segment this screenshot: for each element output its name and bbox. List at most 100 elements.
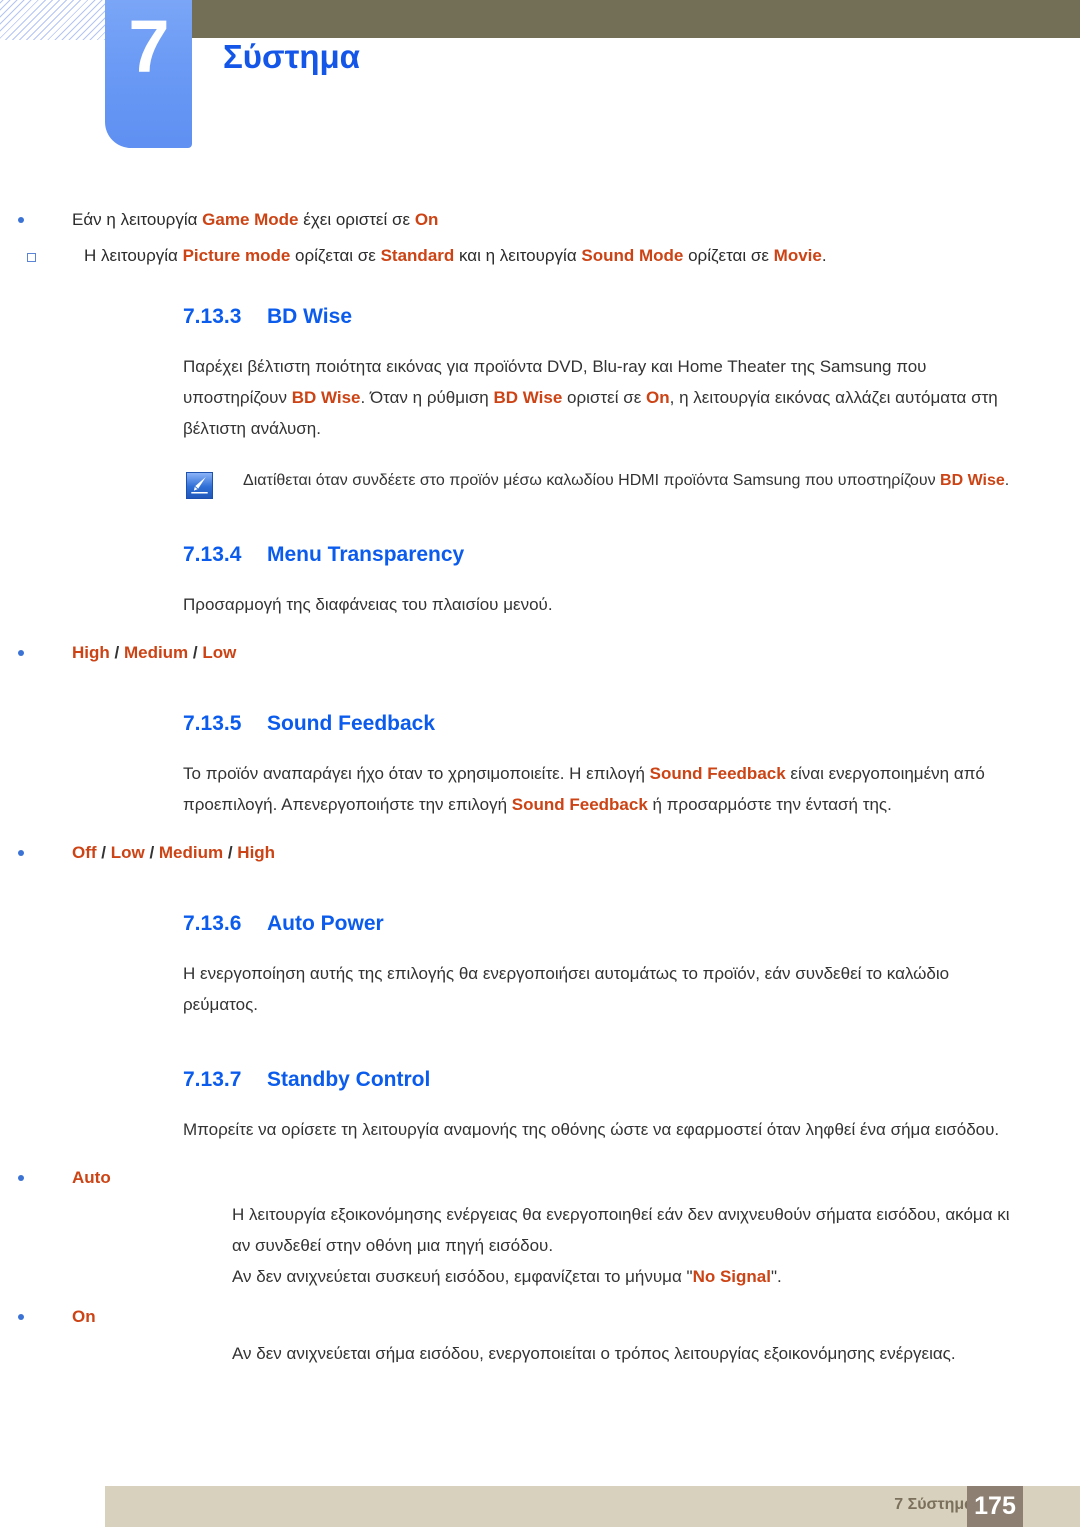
option-medium: Medium	[123, 643, 189, 662]
term-standard: Standard	[380, 246, 455, 265]
term-picture-mode: Picture mode	[182, 246, 291, 265]
sound-feedback-options: Off / Low / Medium / High	[72, 838, 1080, 868]
section-heading-menu-transparency: 7.13.4 Menu Transparency	[183, 543, 1010, 567]
text-fragment: ".	[770, 1267, 782, 1286]
section-title: Auto Power	[267, 912, 384, 935]
chapter-number-tab: 7	[105, 0, 192, 148]
bullet-square-icon	[0, 241, 84, 262]
text-fragment: . Όταν η ρύθμιση	[360, 388, 494, 407]
bullet-dot-icon	[0, 838, 72, 856]
text-fragment: Διατίθεται όταν συνδέετε στο προϊόν μέσω…	[243, 472, 941, 489]
section-title: Sound Feedback	[267, 712, 436, 735]
option-separator: /	[188, 643, 203, 662]
list-item: Η λειτουργία Picture mode ορίζεται σε St…	[0, 241, 1080, 271]
text-fragment: Το προϊόν αναπαράγει ήχο όταν το χρησιμο…	[183, 764, 650, 783]
option-off: Off	[72, 843, 97, 862]
page-number-box: 175	[967, 1486, 1023, 1527]
section-number: 7.13.3	[183, 305, 242, 328]
list-item: Auto	[0, 1163, 1080, 1193]
term-sound-mode: Sound Mode	[581, 246, 684, 265]
section-auto-power: 7.13.6 Auto Power Η ενεργοποίηση αυτής τ…	[0, 912, 1080, 1020]
section-paragraph-sound-feedback: Το προϊόν αναπαράγει ήχο όταν το χρησιμο…	[183, 758, 1010, 820]
term-sound-feedback: Sound Feedback	[511, 795, 648, 814]
standby-auto-line-2: Αν δεν ανιχνεύεται συσκευή εισόδου, εμφα…	[232, 1261, 1015, 1292]
option-separator: /	[223, 843, 238, 862]
text-fragment: Εάν η λειτουργία	[72, 210, 203, 229]
section-paragraph-auto-power: Η ενεργοποίηση αυτής της επιλογής θα ενε…	[183, 964, 950, 1014]
option-high: High	[237, 843, 276, 862]
note-pencil-icon	[178, 466, 243, 499]
option-high: High	[72, 643, 110, 662]
option-low: Low	[202, 643, 237, 662]
term-bd-wise: BD Wise	[940, 472, 1005, 489]
text-fragment: .	[1004, 472, 1010, 489]
section-number: 7.13.5	[183, 712, 242, 735]
note-callout: Διατίθεται όταν συνδέετε στο προϊόν μέσω…	[0, 466, 1080, 499]
standby-auto-line-1: Η λειτουργία εξοικονόμησης ενέργειας θα …	[232, 1205, 1010, 1255]
document-content: Εάν η λειτουργία Game Mode έχει οριστεί …	[0, 205, 1080, 1369]
text-fragment: Αν δεν ανιχνεύεται συσκευή εισόδου, εμφα…	[232, 1267, 693, 1286]
section-paragraph-bd-wise: Παρέχει βέλτιστη ποιότητα εικόνας για πρ…	[183, 351, 1010, 444]
header-olive-bar	[192, 0, 1080, 38]
section-number: 7.13.7	[183, 1068, 242, 1091]
section-paragraph-standby-control: Μπορείτε να ορίσετε τη λειτουργία αναμον…	[183, 1120, 1000, 1139]
bullet-dot-icon	[0, 1302, 72, 1320]
text-fragment: και η λειτουργία	[454, 246, 582, 265]
term-no-signal: No Signal	[692, 1267, 771, 1286]
term-bd-wise: BD Wise	[493, 388, 563, 407]
standby-option-auto: Auto	[72, 1168, 111, 1187]
text-fragment: .	[821, 246, 827, 265]
bullet-dot-icon	[0, 1163, 72, 1181]
option-low: Low	[110, 843, 145, 862]
section-number: 7.13.4	[183, 543, 242, 566]
section-bd-wise: 7.13.3 BD Wise Παρέχει βέλτιστη ποιότητα…	[0, 305, 1080, 444]
option-medium: Medium	[158, 843, 224, 862]
section-heading-auto-power: 7.13.6 Auto Power	[183, 912, 1010, 936]
page-title: Σύστημα	[223, 38, 360, 75]
standby-option-on: On	[72, 1307, 96, 1326]
section-standby-control: 7.13.7 Standby Control Μπορείτε να ορίσε…	[0, 1068, 1080, 1145]
decorative-hatch-pattern	[0, 0, 105, 40]
section-title: BD Wise	[267, 305, 352, 328]
bullet-dot-icon	[0, 638, 72, 656]
section-paragraph-menu-transparency: Προσαρμογή της διαφάνειας του πλαισίου μ…	[183, 595, 553, 614]
list-item: On	[0, 1302, 1080, 1332]
bullet-dot-icon	[0, 205, 72, 223]
section-heading-standby-control: 7.13.7 Standby Control	[183, 1068, 1010, 1092]
term-on: On	[414, 210, 439, 229]
text-fragment: ή προσαρμόστε την έντασή της.	[647, 795, 892, 814]
section-title: Menu Transparency	[267, 543, 465, 566]
section-heading-sound-feedback: 7.13.5 Sound Feedback	[183, 712, 1010, 736]
list-item: Εάν η λειτουργία Game Mode έχει οριστεί …	[0, 205, 1080, 235]
text-fragment: οριστεί σε	[562, 388, 647, 407]
list-item: High / Medium / Low	[0, 638, 1080, 668]
option-separator: /	[96, 843, 111, 862]
intro-bullet-level2-text: Η λειτουργία Picture mode ορίζεται σε St…	[84, 241, 1080, 271]
option-separator: /	[109, 643, 124, 662]
option-separator: /	[144, 843, 159, 862]
term-sound-feedback: Sound Feedback	[649, 764, 786, 783]
term-movie: Movie	[773, 246, 822, 265]
text-fragment: Η λειτουργία	[84, 246, 183, 265]
text-fragment: ορίζεται σε	[290, 246, 381, 265]
section-heading-bd-wise: 7.13.3 BD Wise	[183, 305, 1010, 329]
section-number: 7.13.6	[183, 912, 242, 935]
standby-auto-description: Η λειτουργία εξοικονόμησης ενέργειας θα …	[0, 1199, 1080, 1292]
page-number: 175	[974, 1492, 1016, 1520]
note-text: Διατίθεται όταν συνδέετε στο προϊόν μέσω…	[243, 466, 1080, 496]
standby-on-line-1: Αν δεν ανιχνεύεται σήμα εισόδου, ενεργοπ…	[232, 1344, 956, 1363]
list-item: Off / Low / Medium / High	[0, 838, 1080, 868]
text-fragment: έχει οριστεί σε	[298, 210, 415, 229]
intro-bullet-level1-text: Εάν η λειτουργία Game Mode έχει οριστεί …	[72, 205, 1080, 235]
section-sound-feedback: 7.13.5 Sound Feedback Το προϊόν αναπαράγ…	[0, 712, 1080, 820]
term-bd-wise: BD Wise	[291, 388, 361, 407]
footer-chapter-label: 7 Σύστημα	[894, 1496, 974, 1513]
menu-transparency-options: High / Medium / Low	[72, 638, 1080, 668]
standby-on-description: Αν δεν ανιχνεύεται σήμα εισόδου, ενεργοπ…	[0, 1338, 1080, 1369]
text-fragment: ορίζεται σε	[683, 246, 774, 265]
chapter-number: 7	[128, 5, 169, 88]
term-game-mode: Game Mode	[202, 210, 299, 229]
section-menu-transparency: 7.13.4 Menu Transparency Προσαρμογή της …	[0, 543, 1080, 620]
term-on: On	[646, 388, 670, 407]
section-title: Standby Control	[267, 1068, 431, 1091]
